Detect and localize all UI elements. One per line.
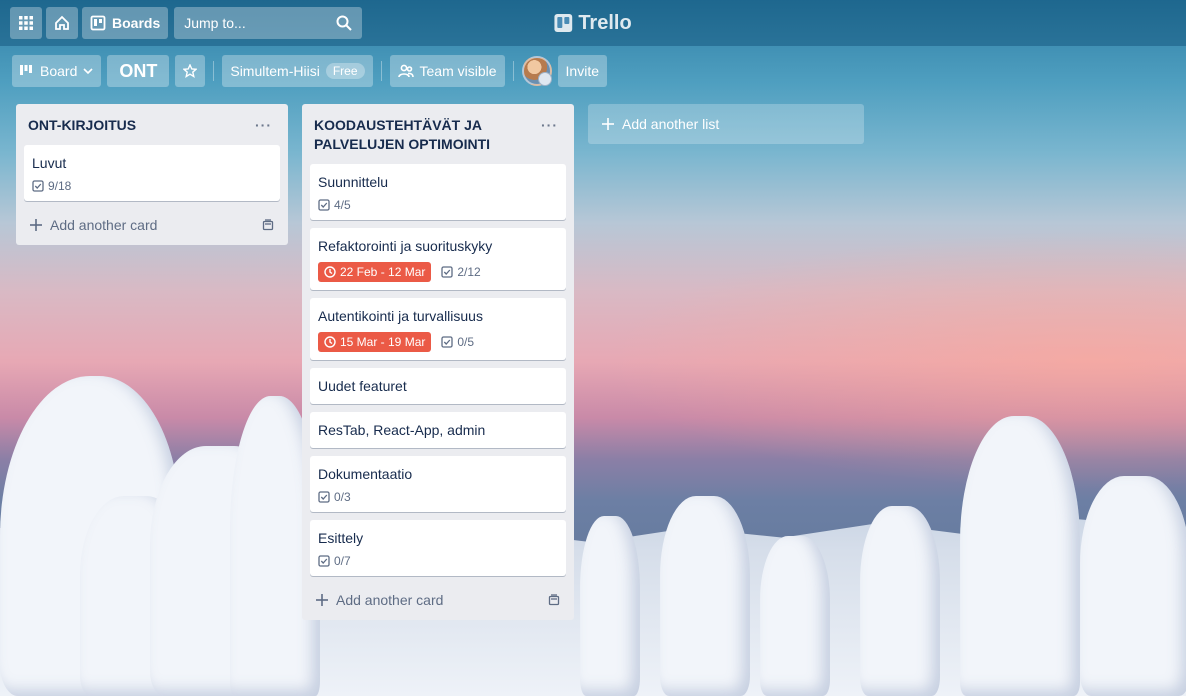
board-icon: [90, 15, 106, 31]
card[interactable]: ResTab, React-App, admin: [310, 412, 566, 448]
card[interactable]: Autentikointi ja turvallisuus 15 Mar - 1…: [310, 298, 566, 360]
checklist-badge: 0/5: [441, 335, 474, 349]
card-badges: 0/3: [318, 490, 558, 504]
card-title: Luvut: [32, 155, 67, 171]
checklist-badge: 9/18: [32, 179, 71, 193]
card-title: Esittely: [318, 530, 364, 546]
board-view-label: Board: [40, 63, 78, 79]
plus-icon: [30, 219, 42, 231]
list-title[interactable]: KOODAUSTEHTÄVÄT JA PALVELUJEN OPTIMOINTI: [314, 116, 514, 154]
card[interactable]: Dokumentaatio 0/3: [310, 456, 566, 512]
grid-icon: [19, 16, 33, 30]
plan-badge: Free: [325, 63, 365, 79]
card-title: Autentikointi ja turvallisuus: [318, 308, 483, 324]
template-icon[interactable]: [262, 219, 274, 231]
add-list-label: Add another list: [622, 116, 720, 132]
divider: [213, 61, 215, 81]
board-name[interactable]: ONT: [107, 55, 170, 87]
jump-to-search[interactable]: [174, 7, 363, 39]
template-icon[interactable]: [548, 594, 560, 606]
checklist-icon: [32, 180, 44, 192]
checklist-count: 4/5: [334, 198, 351, 212]
card-badges: 15 Mar - 19 Mar 0/5: [318, 332, 558, 352]
card[interactable]: Esittely 0/7: [310, 520, 566, 576]
list-header[interactable]: KOODAUSTEHTÄVÄT JA PALVELUJEN OPTIMOINTI…: [310, 108, 566, 164]
team-name: Simultem-Hiisi: [230, 63, 320, 79]
card[interactable]: Uudet featuret: [310, 368, 566, 404]
list-menu-button[interactable]: ···: [537, 116, 562, 135]
chevron-down-icon: [83, 68, 93, 75]
team-icon: [397, 64, 414, 78]
board-canvas: ONT-KIRJOITUS ··· Luvut 9/18 Add another…: [0, 96, 1186, 696]
due-date-text: 15 Mar - 19 Mar: [340, 335, 426, 349]
card-title: Suunnittelu: [318, 174, 389, 190]
boards-label: Boards: [112, 15, 161, 31]
list-menu-button[interactable]: ···: [251, 116, 276, 135]
home-button[interactable]: [46, 7, 78, 39]
add-list-button[interactable]: Add another list: [588, 104, 864, 144]
checklist-count: 0/7: [334, 554, 351, 568]
add-card-label: Add another card: [336, 592, 444, 608]
add-card-button[interactable]: Add another card: [24, 209, 280, 237]
board-header: Board ONT Simultem-Hiisi Free Team visib…: [0, 46, 1186, 96]
list-ont-kirjoitus: ONT-KIRJOITUS ··· Luvut 9/18 Add another…: [16, 104, 288, 245]
logo-text: Trello: [578, 11, 632, 34]
member-avatar[interactable]: [521, 56, 552, 86]
add-card-label: Add another card: [50, 217, 158, 233]
card[interactable]: Refaktorointi ja suorituskyky 22 Feb - 1…: [310, 228, 566, 290]
divider: [380, 61, 382, 81]
visibility-button[interactable]: Team visible: [389, 55, 505, 87]
invite-button[interactable]: Invite: [557, 55, 607, 87]
checklist-count: 9/18: [48, 179, 72, 193]
trello-logo[interactable]: Trello: [554, 11, 632, 35]
list-title[interactable]: ONT-KIRJOITUS: [28, 116, 136, 135]
list-koodaustehtavat: KOODAUSTEHTÄVÄT JA PALVELUJEN OPTIMOINTI…: [302, 104, 574, 620]
checklist-icon: [318, 199, 330, 211]
checklist-badge: 0/3: [318, 490, 351, 504]
card[interactable]: Suunnittelu 4/5: [310, 164, 566, 220]
checklist-count: 0/5: [457, 335, 475, 349]
search-input[interactable]: [184, 15, 325, 31]
card-badges: 0/7: [318, 554, 558, 568]
visibility-label: Team visible: [419, 63, 497, 79]
checklist-count: 0/3: [334, 490, 351, 504]
board-view-switcher[interactable]: Board: [12, 55, 102, 87]
bars-icon: [20, 65, 32, 75]
trello-logo-icon: [554, 14, 573, 32]
plus-icon: [602, 118, 614, 130]
due-date-badge[interactable]: 15 Mar - 19 Mar: [318, 332, 432, 352]
clock-icon: [324, 336, 336, 348]
card-badges: 4/5: [318, 198, 558, 212]
checklist-badge: 0/7: [318, 554, 351, 568]
card-badges: 9/18: [32, 179, 272, 193]
card-title: Uudet featuret: [318, 378, 407, 394]
list-header[interactable]: ONT-KIRJOITUS ···: [24, 108, 280, 145]
due-date-badge[interactable]: 22 Feb - 12 Mar: [318, 262, 432, 282]
home-icon: [55, 15, 69, 30]
checklist-badge: 2/12: [441, 265, 481, 279]
card-title: Dokumentaatio: [318, 466, 413, 482]
apps-button[interactable]: [10, 7, 42, 39]
checklist-icon: [441, 266, 454, 278]
checklist-count: 2/12: [457, 265, 481, 279]
checklist-icon: [318, 555, 330, 567]
star-icon: [183, 64, 198, 78]
checklist-icon: [318, 491, 330, 503]
search-icon: [336, 15, 352, 31]
card-badges: 22 Feb - 12 Mar 2/12: [318, 262, 558, 282]
divider: [512, 61, 514, 81]
card-title: ResTab, React-App, admin: [318, 422, 486, 438]
add-card-button[interactable]: Add another card: [310, 584, 566, 612]
app-header: Boards Trello: [0, 0, 1186, 46]
boards-button[interactable]: Boards: [82, 7, 169, 39]
team-button[interactable]: Simultem-Hiisi Free: [222, 55, 373, 87]
due-date-text: 22 Feb - 12 Mar: [340, 265, 426, 279]
checklist-icon: [441, 336, 454, 348]
card[interactable]: Luvut 9/18: [24, 145, 280, 201]
checklist-badge: 4/5: [318, 198, 351, 212]
star-board-button[interactable]: [175, 55, 206, 87]
clock-icon: [324, 266, 336, 278]
plus-icon: [316, 594, 328, 606]
card-title: Refaktorointi ja suorituskyky: [318, 238, 493, 254]
